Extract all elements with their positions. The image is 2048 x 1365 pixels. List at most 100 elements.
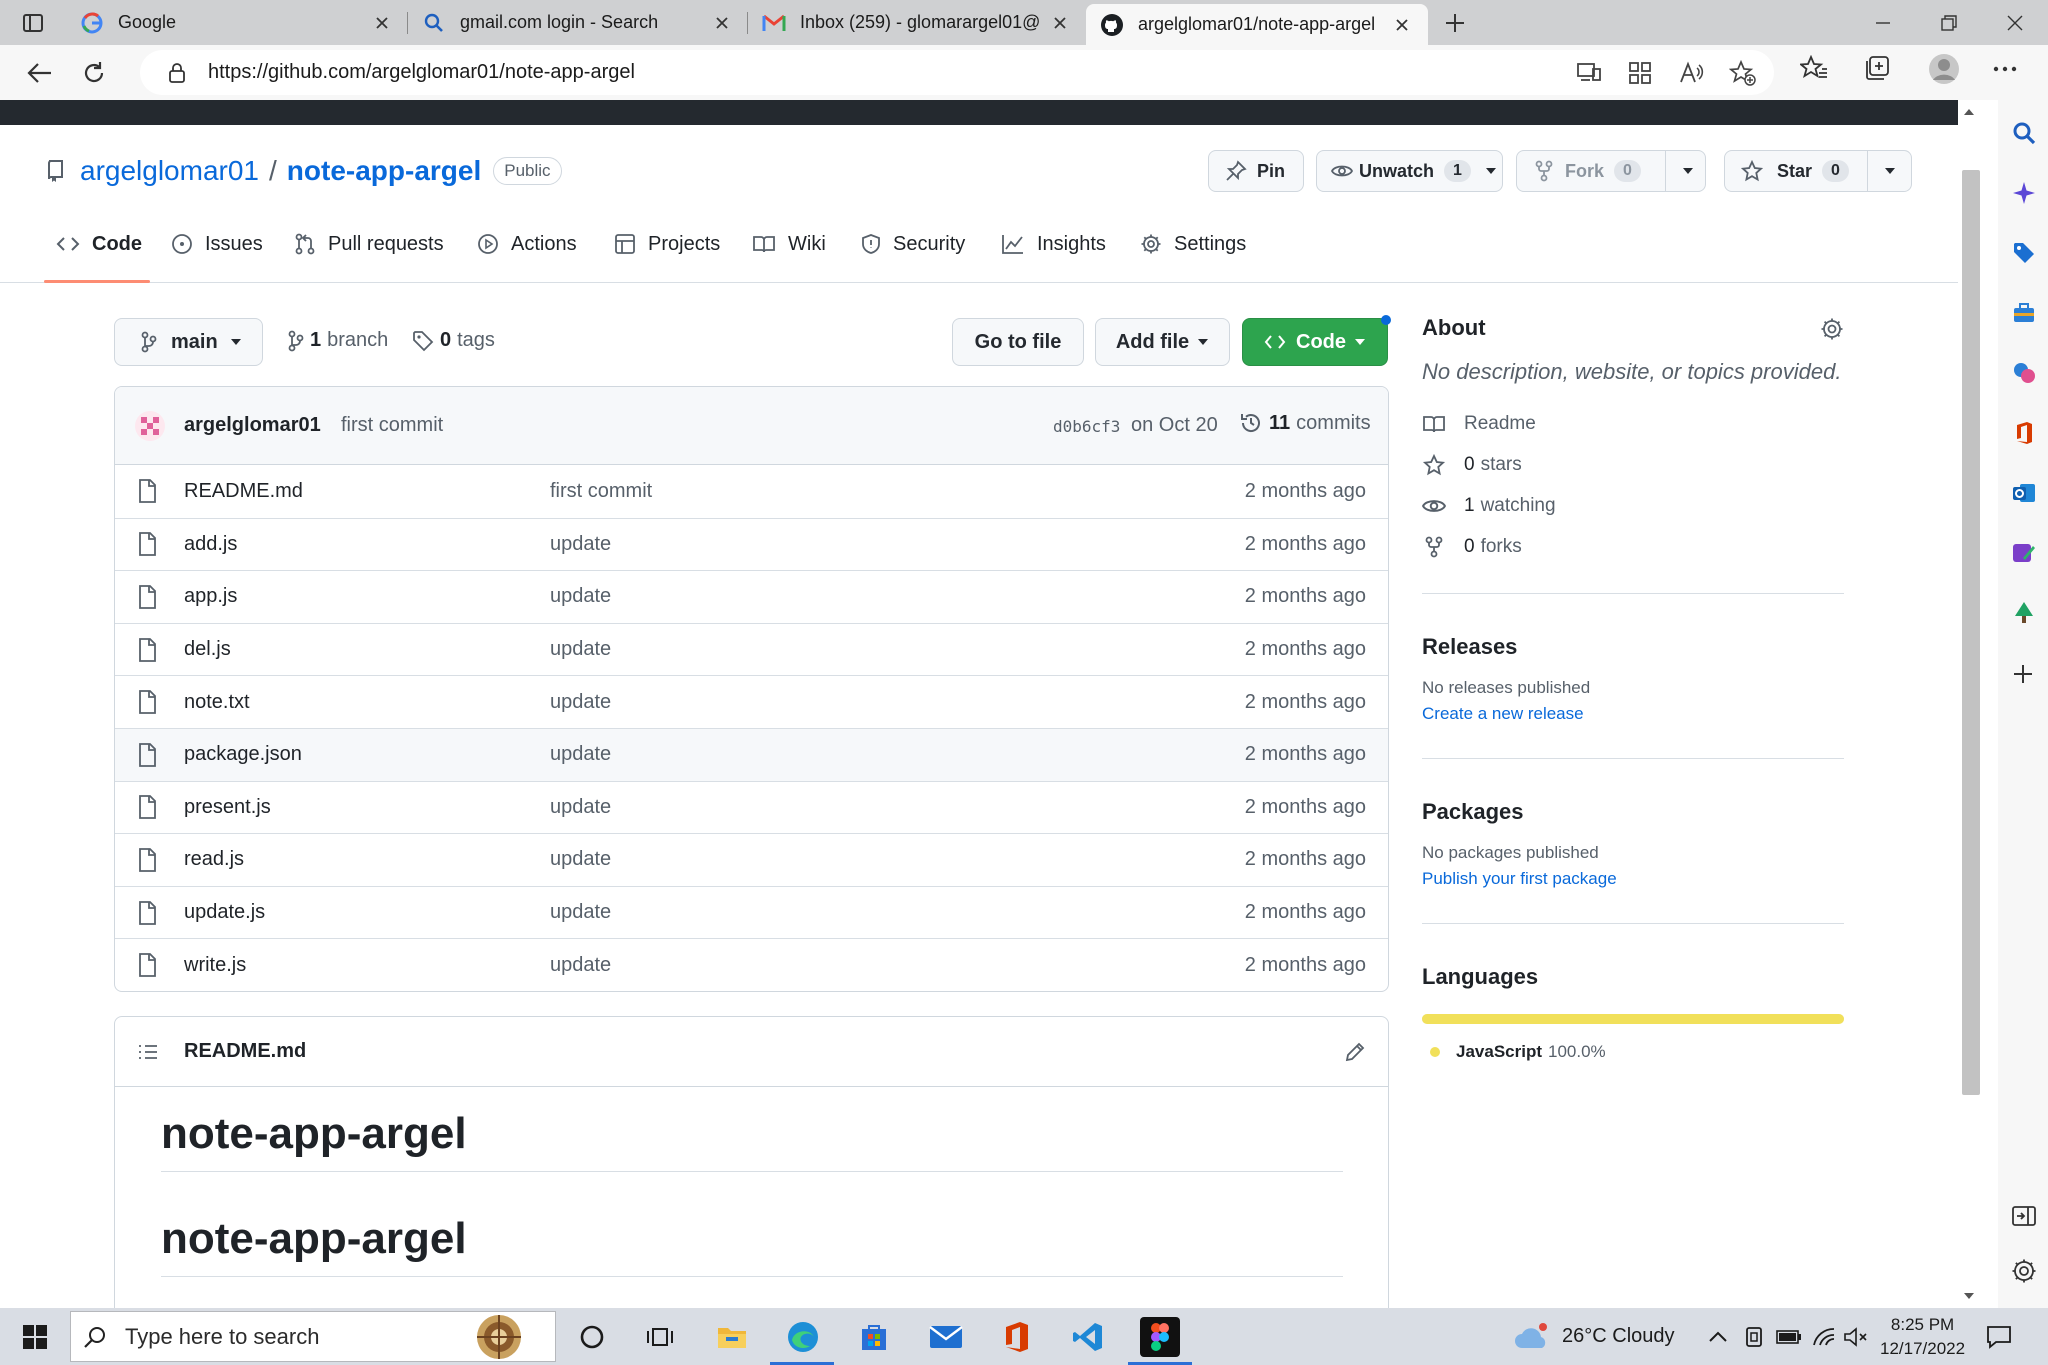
- unwatch-button[interactable]: Unwatch 1: [1316, 150, 1503, 192]
- file-row[interactable]: write.js update 2 months ago: [115, 938, 1388, 991]
- browser-tab-gmail-inbox[interactable]: Inbox (259) - glomarargel01@gm: [748, 0, 1086, 45]
- file-name-link[interactable]: app.js: [184, 585, 237, 608]
- taskbar-search-box[interactable]: Type here to search: [70, 1311, 556, 1362]
- language-item-javascript[interactable]: JavaScript 100.0%: [1422, 1042, 1844, 1062]
- commits-link[interactable]: 11 commits: [1239, 411, 1371, 435]
- file-row[interactable]: app.js update 2 months ago: [115, 570, 1388, 623]
- mail-icon[interactable]: [926, 1317, 966, 1357]
- file-row[interactable]: update.js update 2 months ago: [115, 885, 1388, 939]
- file-commit-message[interactable]: update: [550, 533, 611, 556]
- profile-avatar-icon[interactable]: [1928, 53, 1960, 85]
- star-button[interactable]: Star 0: [1724, 150, 1912, 192]
- office-icon[interactable]: [997, 1317, 1037, 1357]
- commit-sha[interactable]: d0b6cf3: [1053, 417, 1120, 436]
- tab-issues[interactable]: Issues: [171, 205, 263, 283]
- file-name-link[interactable]: present.js: [184, 796, 271, 819]
- show-hidden-icons-chevron[interactable]: [1708, 1308, 1728, 1365]
- file-name-link[interactable]: note.txt: [184, 691, 250, 714]
- close-tab-icon[interactable]: [1390, 13, 1414, 37]
- file-name-link[interactable]: read.js: [184, 848, 244, 871]
- favorites-icon[interactable]: [1800, 55, 1828, 81]
- office-icon[interactable]: [2011, 420, 2037, 446]
- file-commit-message[interactable]: update: [550, 585, 611, 608]
- stars-link[interactable]: 0 stars: [1422, 444, 1844, 485]
- outlook-icon[interactable]: [2011, 480, 2037, 506]
- file-name-link[interactable]: add.js: [184, 533, 237, 556]
- file-row[interactable]: read.js update 2 months ago: [115, 833, 1388, 886]
- pin-button[interactable]: Pin: [1208, 150, 1304, 192]
- file-commit-message[interactable]: update: [550, 848, 611, 871]
- tab-insights[interactable]: Insights: [1001, 205, 1106, 283]
- caret-down-icon[interactable]: [1884, 167, 1896, 175]
- tab-code[interactable]: Code: [56, 205, 142, 283]
- games-icon[interactable]: [2011, 360, 2037, 386]
- watching-link[interactable]: 1 watching: [1422, 485, 1844, 526]
- avatar[interactable]: [135, 411, 165, 441]
- url-text[interactable]: https://github.com/argelglomar01/note-ap…: [208, 61, 635, 84]
- add-favorite-icon[interactable]: [1729, 60, 1757, 86]
- extensions-grid-icon[interactable]: [1627, 60, 1653, 86]
- volume-muted-icon[interactable]: [1843, 1308, 1869, 1365]
- wifi-icon[interactable]: [1812, 1308, 1836, 1365]
- file-row[interactable]: add.js update 2 months ago: [115, 517, 1388, 571]
- figma-app-icon[interactable]: [1140, 1317, 1180, 1357]
- back-button[interactable]: [16, 49, 64, 97]
- file-row[interactable]: package.json update 2 months ago: [115, 727, 1388, 781]
- lock-icon[interactable]: [168, 62, 186, 83]
- file-commit-message[interactable]: update: [550, 743, 611, 766]
- browser-tab-gmail-search[interactable]: gmail.com login - Search: [408, 0, 748, 45]
- address-bar[interactable]: https://github.com/argelglomar01/note-ap…: [140, 50, 1774, 95]
- meet-now-icon[interactable]: [1744, 1308, 1764, 1365]
- list-icon[interactable]: [137, 1043, 159, 1061]
- tab-wiki[interactable]: Wiki: [752, 205, 826, 283]
- more-options-icon[interactable]: [1992, 59, 2018, 79]
- file-row[interactable]: note.txt update 2 months ago: [115, 675, 1388, 728]
- tools-icon[interactable]: [2011, 300, 2037, 326]
- file-name-link[interactable]: write.js: [184, 954, 246, 977]
- fork-button[interactable]: Fork 0: [1516, 150, 1706, 192]
- tab-actions[interactable]: Actions: [477, 205, 577, 283]
- shopping-tag-icon[interactable]: [2011, 240, 2037, 266]
- go-to-file-button[interactable]: Go to file: [952, 318, 1084, 366]
- vscode-icon[interactable]: [1068, 1317, 1108, 1357]
- create-release-link[interactable]: Create a new release: [1422, 704, 1844, 724]
- restore-button[interactable]: [1916, 0, 1982, 45]
- search-highlight-icon[interactable]: [453, 1313, 545, 1361]
- minimize-button[interactable]: [1850, 0, 1916, 45]
- close-tab-icon[interactable]: [710, 11, 734, 35]
- file-row[interactable]: del.js update 2 months ago: [115, 622, 1388, 676]
- releases-title[interactable]: Releases: [1422, 634, 1844, 660]
- caret-down-icon[interactable]: [1682, 167, 1694, 175]
- windows-start-icon[interactable]: [15, 1317, 55, 1357]
- browser-tab-google[interactable]: Google: [66, 0, 408, 45]
- reload-button[interactable]: [70, 49, 118, 97]
- sparkle-icon[interactable]: [2011, 180, 2037, 206]
- branch-selector[interactable]: main: [114, 318, 263, 366]
- file-commit-message[interactable]: first commit: [550, 480, 652, 503]
- file-name-link[interactable]: del.js: [184, 638, 231, 661]
- read-aloud-icon[interactable]: [1678, 60, 1704, 86]
- file-name-link[interactable]: package.json: [184, 743, 302, 766]
- hide-sidebar-icon[interactable]: [2011, 1204, 2037, 1228]
- tab-actions-button[interactable]: [0, 0, 66, 45]
- close-tab-icon[interactable]: [1048, 11, 1072, 35]
- forks-link[interactable]: 0 forks: [1422, 526, 1844, 567]
- tags-link[interactable]: 0 tags: [412, 329, 495, 352]
- pencil-icon[interactable]: [1344, 1041, 1366, 1063]
- add-file-button[interactable]: Add file: [1095, 318, 1230, 366]
- file-explorer-icon[interactable]: [712, 1317, 752, 1357]
- app-available-icon[interactable]: [1576, 60, 1602, 84]
- file-row[interactable]: present.js update 2 months ago: [115, 780, 1388, 834]
- code-button[interactable]: Code: [1242, 318, 1388, 366]
- file-commit-message[interactable]: update: [550, 901, 611, 924]
- packages-title[interactable]: Packages: [1422, 799, 1844, 825]
- tab-settings[interactable]: Settings: [1140, 205, 1246, 283]
- tab-security[interactable]: Security: [861, 205, 965, 283]
- gear-icon[interactable]: [2011, 1258, 2037, 1284]
- file-commit-message[interactable]: update: [550, 638, 611, 661]
- cortana-icon[interactable]: [572, 1317, 612, 1357]
- close-window-button[interactable]: [1982, 0, 2048, 45]
- tab-projects[interactable]: Projects: [614, 205, 720, 283]
- search-icon[interactable]: [2011, 120, 2037, 146]
- close-tab-icon[interactable]: [370, 11, 394, 35]
